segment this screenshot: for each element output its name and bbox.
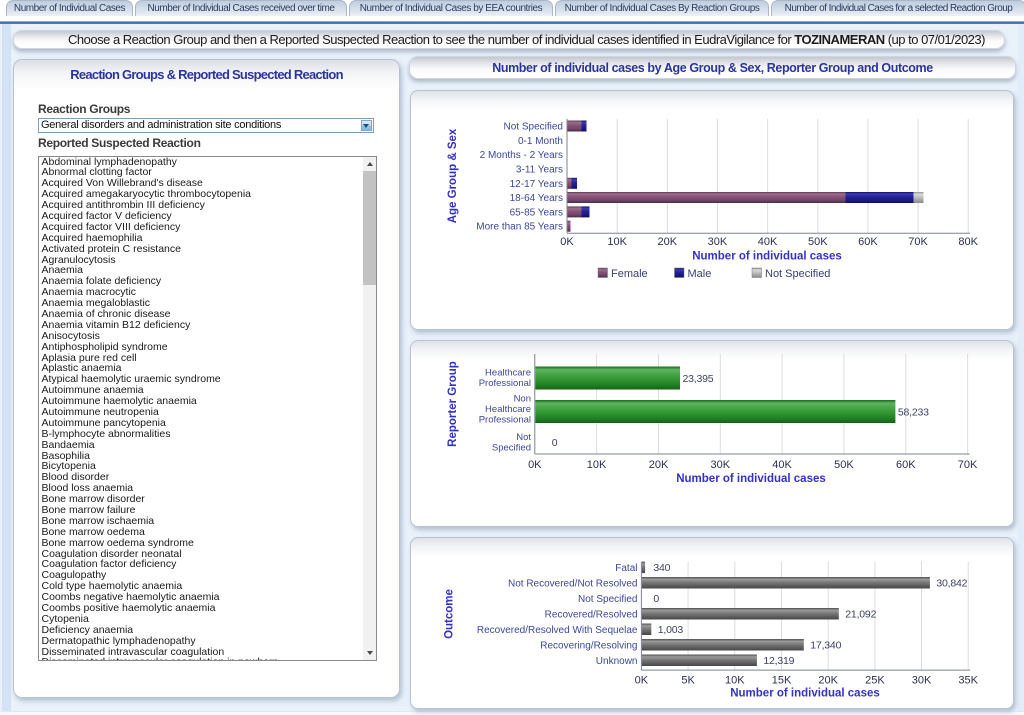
svg-text:70K: 70K (908, 236, 928, 248)
svg-text:20K: 20K (658, 236, 678, 248)
svg-text:340: 340 (653, 562, 670, 574)
svg-text:Recovering/Resolving: Recovering/Resolving (540, 640, 637, 651)
svg-text:12,319: 12,319 (763, 655, 794, 667)
svg-text:More than 85 Years: More than 85 Years (476, 221, 563, 232)
svg-text:0: 0 (653, 593, 659, 605)
svg-text:50K: 50K (808, 236, 828, 248)
svg-text:30K: 30K (708, 236, 728, 248)
svg-text:Healthcare: Healthcare (485, 368, 531, 379)
svg-text:30K: 30K (711, 459, 731, 471)
svg-text:Recovered/Resolved: Recovered/Resolved (545, 609, 638, 620)
svg-text:Non: Non (514, 394, 531, 405)
svg-text:20K: 20K (649, 459, 669, 471)
svg-text:Professional: Professional (479, 378, 531, 389)
svg-text:Number of individual cases: Number of individual cases (692, 250, 842, 262)
svg-text:30,842: 30,842 (936, 578, 967, 590)
svg-text:18-64 Years: 18-64 Years (510, 193, 563, 204)
svg-text:80K: 80K (958, 236, 978, 248)
svg-text:0K: 0K (560, 236, 574, 248)
svg-text:0-1 Month: 0-1 Month (518, 135, 563, 146)
svg-text:Specified: Specified (492, 443, 531, 454)
svg-text:2 Months - 2 Years: 2 Months - 2 Years (480, 150, 563, 161)
svg-text:Outcome: Outcome (444, 589, 456, 639)
svg-text:Healthcare: Healthcare (485, 404, 531, 415)
svg-text:35K: 35K (958, 675, 978, 687)
svg-text:0K: 0K (528, 459, 542, 471)
svg-text:10K: 10K (587, 459, 607, 471)
svg-text:40K: 40K (772, 459, 792, 471)
svg-text:12-17 Years: 12-17 Years (510, 178, 563, 189)
svg-text:Number of individual cases: Number of individual cases (730, 688, 880, 700)
svg-text:3-11 Years: 3-11 Years (516, 164, 563, 175)
svg-text:60K: 60K (896, 459, 916, 471)
svg-text:Not Recovered/Not Resolved: Not Recovered/Not Resolved (508, 578, 638, 589)
svg-text:5K: 5K (681, 675, 695, 687)
svg-text:Fatal: Fatal (615, 563, 637, 574)
svg-text:10K: 10K (607, 236, 627, 248)
svg-text:40K: 40K (758, 236, 778, 248)
svg-text:17,340: 17,340 (810, 640, 841, 652)
svg-text:Not Specified: Not Specified (504, 121, 563, 132)
svg-text:23,395: 23,395 (683, 373, 714, 385)
svg-text:Recovered/Resolved With Sequel: Recovered/Resolved With Sequelae (477, 625, 638, 636)
svg-text:10K: 10K (725, 675, 745, 687)
svg-text:60K: 60K (858, 236, 878, 248)
svg-text:15K: 15K (772, 675, 792, 687)
svg-text:25K: 25K (865, 675, 885, 687)
svg-text:Professional: Professional (479, 415, 531, 426)
svg-text:70K: 70K (958, 459, 978, 471)
svg-text:Age Group & Sex: Age Group & Sex (447, 128, 459, 223)
svg-text:20K: 20K (818, 675, 838, 687)
svg-text:Number of individual cases: Number of individual cases (676, 473, 826, 485)
svg-text:Unknown: Unknown (596, 656, 638, 667)
svg-text:0: 0 (552, 437, 558, 449)
svg-text:58,233: 58,233 (898, 407, 929, 419)
svg-text:50K: 50K (834, 459, 854, 471)
svg-text:Reporter Group: Reporter Group (447, 361, 459, 447)
svg-text:Not Specified: Not Specified (578, 594, 637, 605)
svg-text:Not: Not (516, 432, 531, 443)
svg-text:21,092: 21,092 (845, 609, 876, 621)
svg-text:Not Specified: Not Specified (765, 267, 830, 279)
svg-text:30K: 30K (912, 675, 932, 687)
svg-text:65-85 Years: 65-85 Years (510, 207, 563, 218)
svg-text:0K: 0K (635, 675, 649, 687)
svg-text:Female: Female (611, 267, 648, 279)
svg-text:Male: Male (688, 267, 712, 279)
svg-text:1,003: 1,003 (658, 624, 684, 636)
